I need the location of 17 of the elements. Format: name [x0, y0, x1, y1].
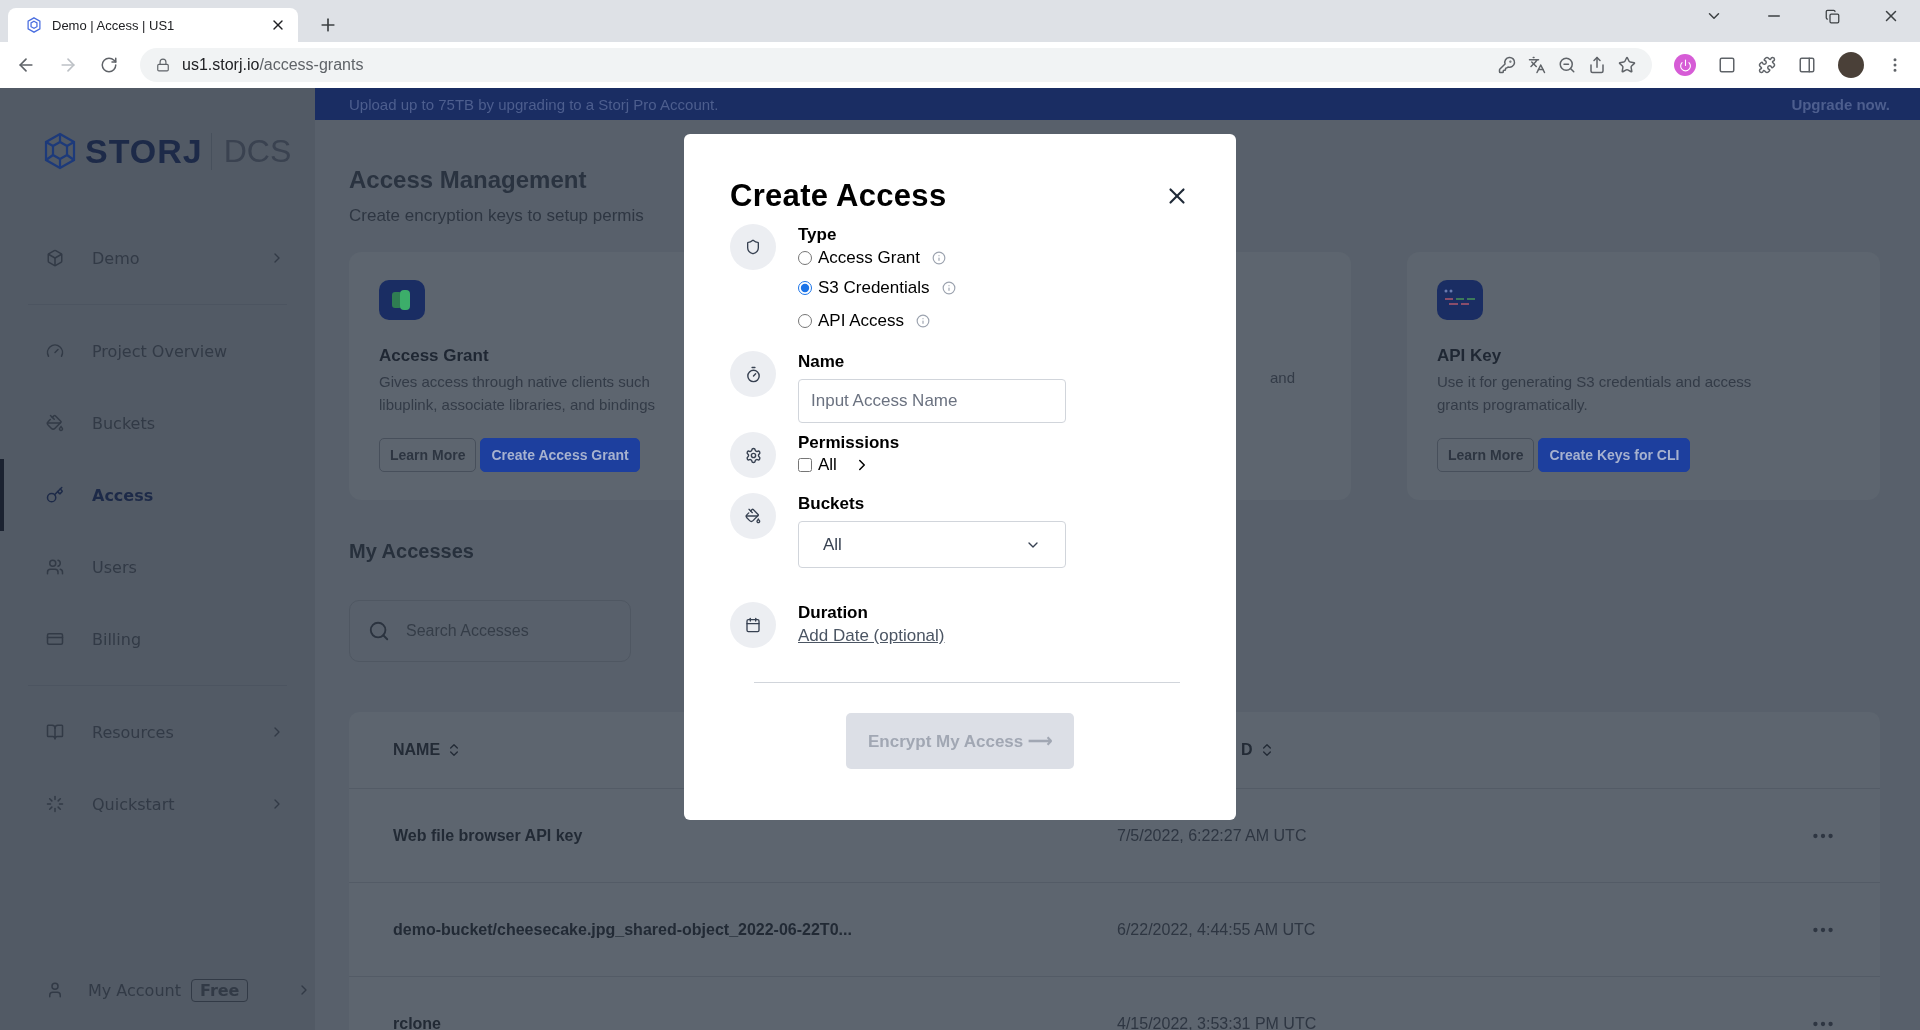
dialog-title: Create Access — [730, 178, 947, 214]
access-name: demo-bucket/cheesecake.jpg_shared-object_2022-06-22T0... — [393, 920, 853, 939]
access-name: rclone — [393, 1014, 442, 1030]
field-label: Permissions — [798, 433, 900, 453]
access-name: Web file browser API key — [393, 826, 584, 845]
option-label: All — [818, 455, 837, 475]
card-title: API Key — [1437, 346, 1503, 366]
tab-title: Demo | Access | US1 — [52, 17, 176, 33]
field-label: Type — [798, 225, 838, 245]
field-label: Buckets — [798, 494, 866, 514]
option-label: API Access — [818, 310, 904, 331]
card-title: Access Grant — [379, 346, 490, 366]
url-text: us1.storj.io/access-grants — [182, 56, 364, 74]
option-label: S3 Credentials — [818, 277, 930, 298]
field-label: Duration — [798, 603, 869, 623]
option-label: Access Grant — [818, 248, 921, 268]
field-label: Name — [798, 352, 846, 372]
